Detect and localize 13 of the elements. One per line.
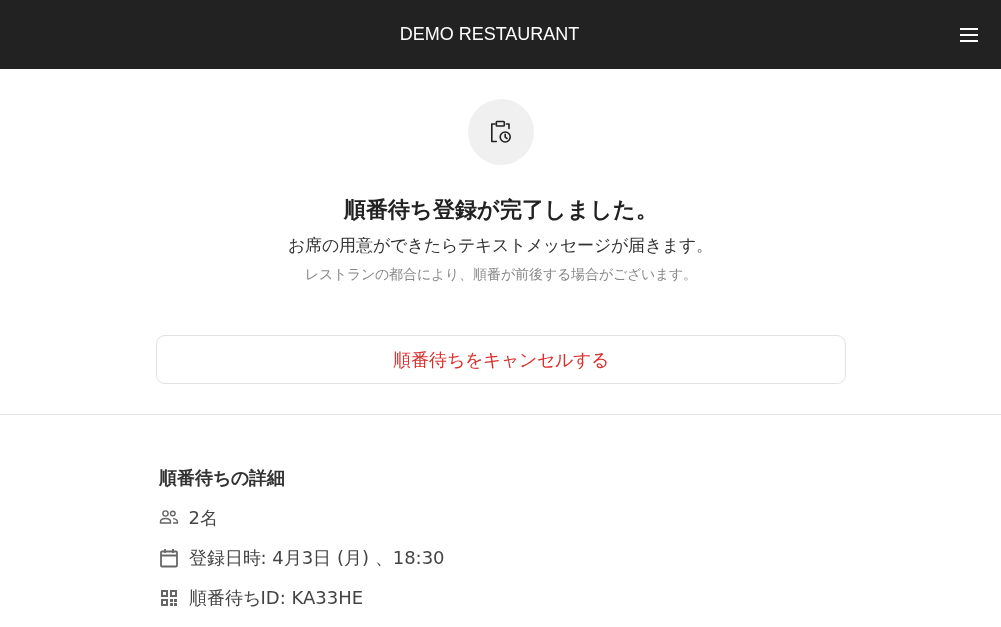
order-note: レストランの都合により、順番が前後する場合がございます。 bbox=[304, 265, 697, 284]
confirmation-message: お席の用意ができたらテキストメッセージが届きます。 bbox=[288, 234, 713, 257]
detail-text: 登録日時: 4月3日 (月) 、18:30 bbox=[188, 546, 445, 570]
detail-text: 2名 bbox=[188, 506, 218, 530]
detail-text: 順番待ちID: KA33HE bbox=[188, 586, 364, 610]
restaurant-title: DEMO RESTAURANT bbox=[399, 24, 580, 45]
qr-code-icon bbox=[158, 588, 179, 608]
details-heading: 順番待ちの詳細 bbox=[158, 466, 285, 490]
calendar-icon bbox=[158, 548, 179, 568]
clipboard-clock-icon bbox=[467, 99, 534, 165]
cancel-button[interactable]: 順番待ちをキャンセルする bbox=[155, 335, 846, 384]
menu-icon bbox=[960, 27, 978, 42]
confirmation-heading: 順番待ち登録が完了しました。 bbox=[343, 196, 658, 224]
